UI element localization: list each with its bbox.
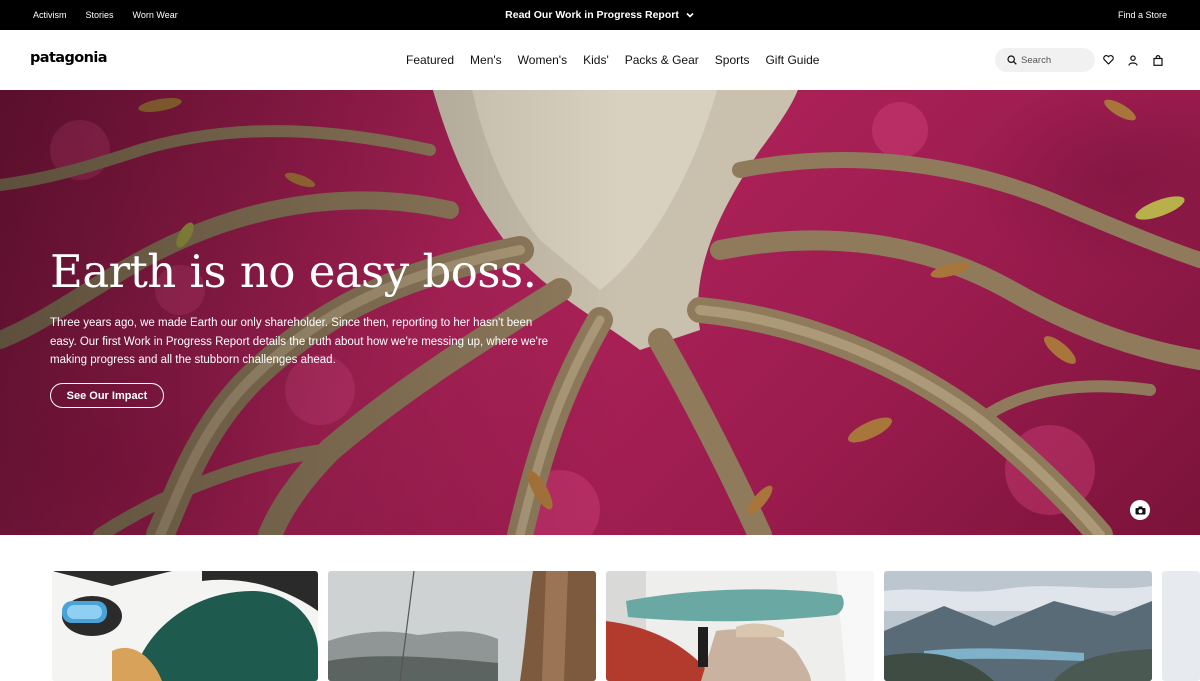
story-card-glacier-lake[interactable] bbox=[884, 571, 1152, 681]
see-our-impact-button[interactable]: See Our Impact bbox=[50, 383, 164, 408]
user-icon[interactable] bbox=[1127, 54, 1139, 66]
nav-item-sports[interactable]: Sports bbox=[715, 53, 750, 67]
hero-image-roots bbox=[0, 90, 1200, 535]
main-header: patagonia Featured Men's Women's Kids' P… bbox=[0, 30, 1200, 90]
patagonia-logo[interactable]: patagonia bbox=[30, 50, 108, 66]
card-image-snowboarder bbox=[52, 571, 318, 681]
hero-banner: Earth is no easy boss. Three years ago, … bbox=[0, 90, 1200, 535]
search-box[interactable] bbox=[995, 48, 1095, 72]
promo-label: Read Our Work in Progress Report bbox=[505, 9, 679, 21]
heart-icon[interactable] bbox=[1102, 54, 1114, 66]
promo-banner[interactable]: Read Our Work in Progress Report bbox=[0, 0, 1200, 30]
search-input[interactable] bbox=[1021, 54, 1091, 66]
nav-item-kids[interactable]: Kids' bbox=[583, 53, 609, 67]
hero-title: Earth is no easy boss. bbox=[50, 245, 537, 298]
bag-icon[interactable] bbox=[1152, 54, 1164, 66]
search-icon bbox=[1007, 55, 1017, 65]
nav-item-featured[interactable]: Featured bbox=[406, 53, 454, 67]
hero-description: Three years ago, we made Earth our only … bbox=[50, 317, 549, 366]
story-card-mountain-tree[interactable] bbox=[328, 571, 596, 681]
card-image-mountain-tree bbox=[328, 571, 596, 681]
story-cards bbox=[0, 535, 1200, 681]
story-card-surfboard[interactable] bbox=[606, 571, 874, 681]
find-store-link[interactable]: Find a Store bbox=[1118, 10, 1167, 20]
chevron-down-icon bbox=[686, 12, 694, 18]
card-image-surfboard bbox=[606, 571, 874, 681]
utility-bar: Activism Stories Worn Wear Read Our Work… bbox=[0, 0, 1200, 30]
nav-item-gift-guide[interactable]: Gift Guide bbox=[765, 53, 819, 67]
story-card-snowboarder[interactable] bbox=[52, 571, 318, 681]
camera-icon[interactable] bbox=[1130, 500, 1150, 520]
nav-item-womens[interactable]: Women's bbox=[518, 53, 567, 67]
nav-item-mens[interactable]: Men's bbox=[470, 53, 502, 67]
find-store: Find a Store bbox=[1118, 0, 1167, 30]
main-nav: Featured Men's Women's Kids' Packs & Gea… bbox=[406, 30, 819, 90]
nav-item-packs-gear[interactable]: Packs & Gear bbox=[625, 53, 699, 67]
card-image-glacier-lake bbox=[884, 571, 1152, 681]
story-card-partial[interactable] bbox=[1162, 571, 1200, 681]
